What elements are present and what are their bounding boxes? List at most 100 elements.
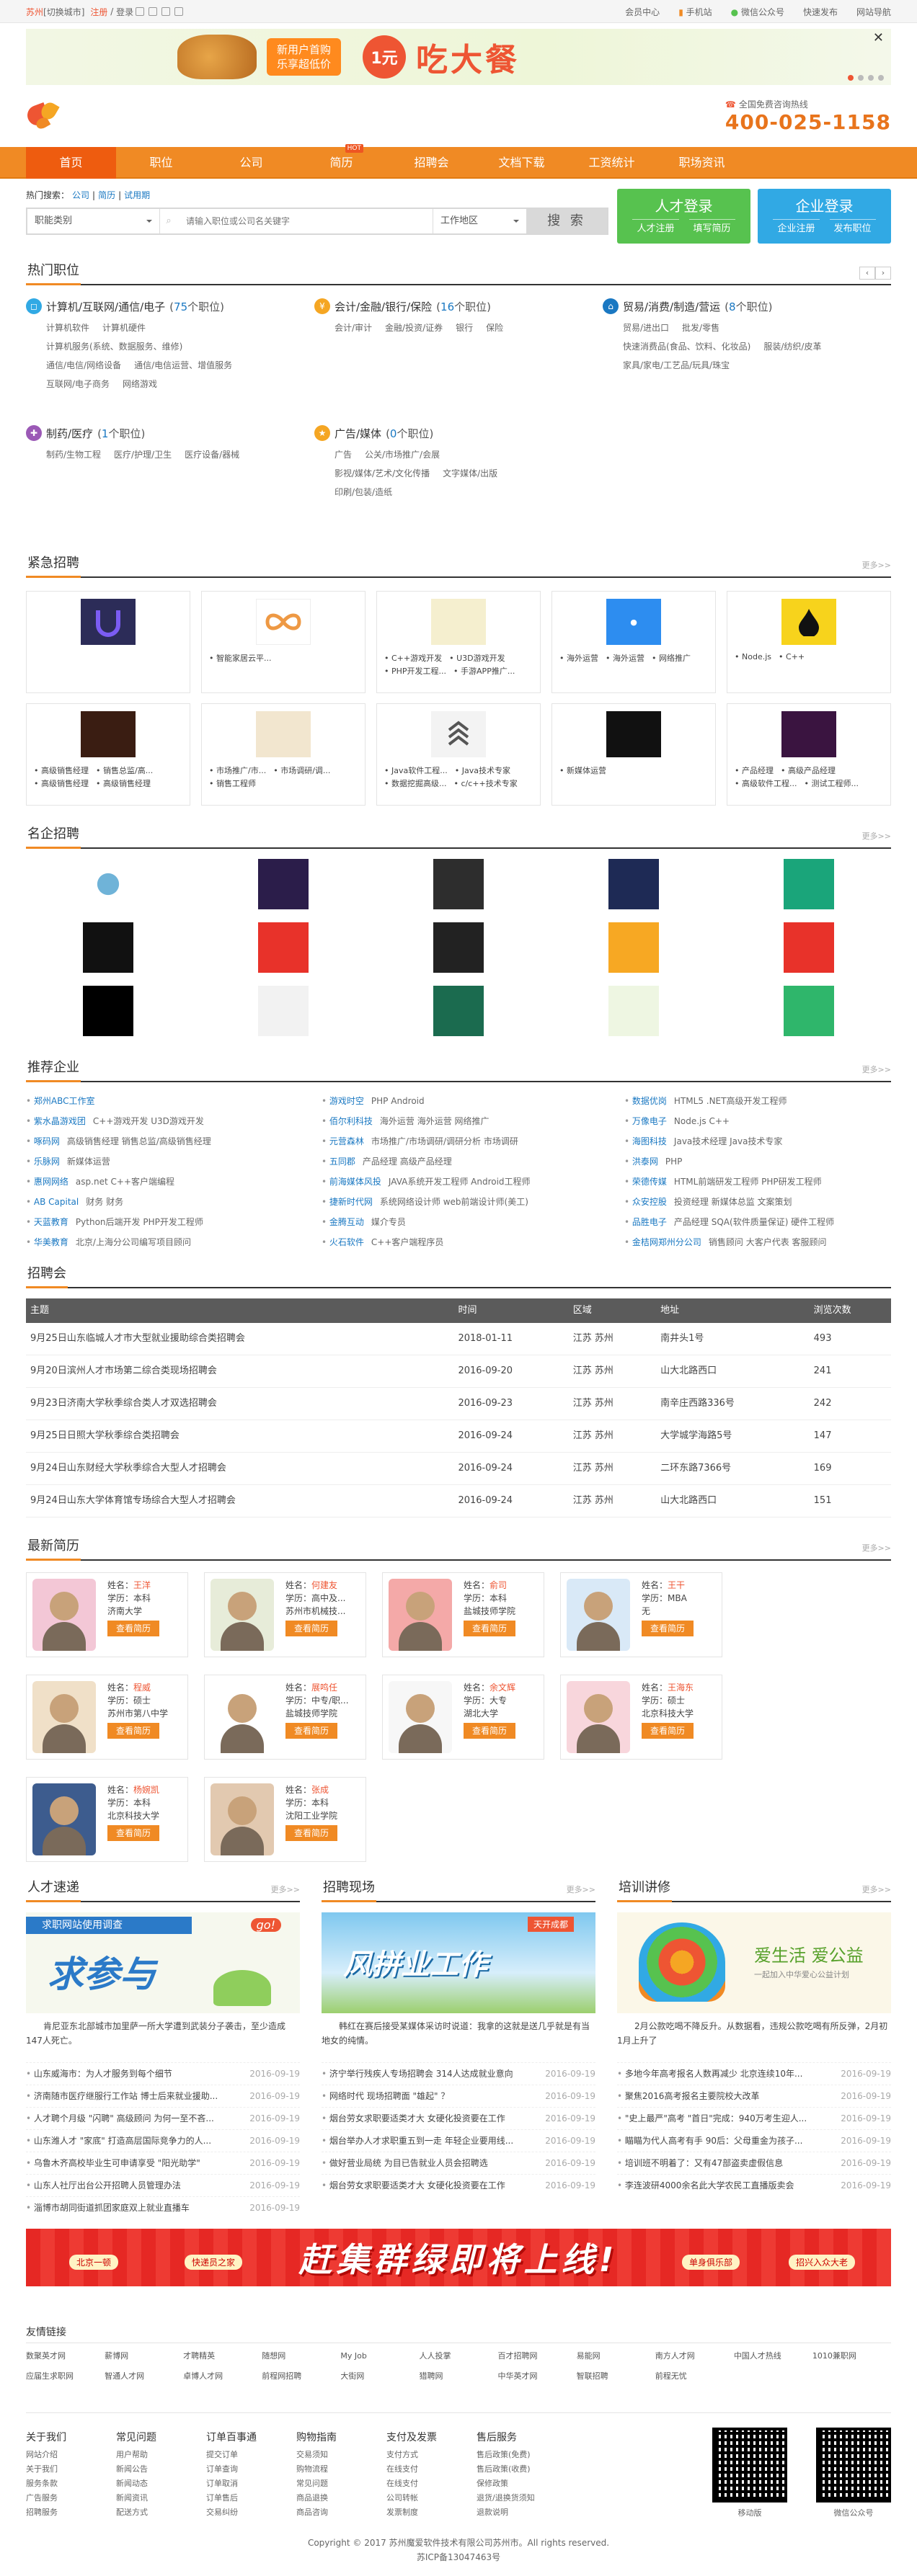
candidate-name[interactable]: 展鸣任	[311, 1683, 337, 1693]
footer-link[interactable]: 招聘服务	[26, 2505, 116, 2520]
avatar[interactable]	[32, 1783, 96, 1855]
job-links[interactable]: 系统网络设计师 web前端设计师(美工)	[380, 1197, 528, 1207]
job-links[interactable]: Python后端开发 PHP开发工程师	[76, 1217, 203, 1227]
job-links[interactable]: 产品经理 SQA(软件质量保证) 硬件工程师	[674, 1217, 834, 1227]
job-link[interactable]: 智能家居云平...	[209, 652, 272, 664]
avatar[interactable]	[32, 1579, 96, 1651]
footer-link[interactable]: 商品退换	[296, 2491, 386, 2505]
company-link[interactable]: 品胜电子	[624, 1217, 667, 1227]
footer-link[interactable]: 在线支付	[386, 2477, 477, 2491]
view-resume-button[interactable]: 查看简历	[107, 1723, 160, 1739]
fair-title-link[interactable]: 9月23日济南大学秋季综合类人才双选招聘会	[26, 1387, 454, 1420]
friend-link[interactable]: 1010兼职网	[812, 2346, 891, 2366]
friend-link[interactable]: 前程网招聘	[262, 2366, 340, 2386]
chevron-right-icon[interactable]: ›	[875, 267, 891, 280]
job-links[interactable]: C++游戏开发 U3D游戏开发	[93, 1116, 204, 1126]
avatar[interactable]	[32, 1681, 96, 1753]
list-item[interactable]: "史上最严"高考 "首日"完成：940万考生迎人... 2016-09-19	[617, 2107, 891, 2129]
wechat-account-link[interactable]: ● 微信公众号	[731, 6, 784, 18]
famous-company-logo[interactable]	[551, 857, 716, 911]
company-link[interactable]: 惠网网络	[26, 1177, 68, 1187]
friend-link[interactable]: 中华英才网	[498, 2366, 577, 2386]
carousel-dot[interactable]	[868, 75, 874, 81]
avatar[interactable]	[211, 1579, 274, 1651]
nav-item[interactable]: 职场资讯	[657, 147, 747, 179]
company-link[interactable]: 佰尔利科技	[322, 1116, 373, 1126]
survey-image[interactable]: 求职网站使用调查 go! 求参与	[26, 1912, 300, 2013]
charity-image[interactable]: 爱生活 爱公益 一起加入中华爱心公益计划	[617, 1912, 891, 2013]
carousel-dot[interactable]	[858, 75, 864, 81]
quick-publish-link[interactable]: 快速发布	[803, 6, 838, 18]
qq-icon[interactable]	[136, 7, 145, 16]
job-link[interactable]: 手游APP推广...	[453, 665, 515, 677]
view-resume-button[interactable]: 查看简历	[107, 1621, 160, 1636]
company-logo[interactable]	[81, 711, 136, 757]
candidate-name[interactable]: 程威	[133, 1683, 151, 1693]
friend-link[interactable]: 大街网	[340, 2366, 419, 2386]
list-item[interactable]: 烟台劳女求职要适类才大 女硬化投资要在工作 2016-09-19	[322, 2174, 595, 2196]
job-link[interactable]: 新媒体运营	[559, 765, 606, 776]
company-logo[interactable]	[431, 599, 486, 645]
company-link[interactable]: 众安控股	[624, 1197, 667, 1207]
urgent-job-card[interactable]: C++游戏开发 U3D游戏开发PHP开发工程... 手游APP推广...	[376, 591, 541, 693]
friend-link[interactable]: 应届生求职网	[26, 2366, 105, 2386]
footer-link[interactable]: 新闻公告	[116, 2462, 206, 2477]
footer-link[interactable]: 用户帮助	[116, 2448, 206, 2462]
company-logo[interactable]	[606, 711, 661, 757]
list-item[interactable]: 培训班不明着了：又有47部盗卖虚假信息 2016-09-19	[617, 2152, 891, 2174]
urgent-job-card[interactable]: 市场推广/市... 市场调研/调... 销售工程师	[201, 703, 366, 806]
subcategory-link[interactable]: 计算机软件	[46, 323, 89, 333]
company-link[interactable]: 金桔网郑州分公司	[624, 1237, 701, 1247]
friend-link[interactable]: 人人投掌	[419, 2346, 497, 2366]
job-link[interactable]: 销售总监/高...	[96, 765, 153, 776]
company-login-button[interactable]: 企业登录	[758, 193, 891, 219]
friend-link[interactable]: 随想网	[262, 2346, 340, 2366]
job-links[interactable]: 高级销售经理 销售总监/高级销售经理	[67, 1136, 211, 1146]
job-links[interactable]: 销售顾问 大客户代表 客服顾问	[709, 1237, 827, 1247]
news-title[interactable]: 培训班不明着了：又有47部盗卖虚假信息	[617, 2152, 835, 2174]
company-link[interactable]: 荣德传媒	[624, 1177, 667, 1187]
job-links[interactable]: PHP	[665, 1156, 683, 1167]
company-link[interactable]: AB Capital	[26, 1197, 79, 1207]
company-logo[interactable]	[781, 599, 836, 645]
footer-link[interactable]: 发票制度	[386, 2505, 477, 2520]
fair-title-link[interactable]: 9月25日日照大学秋季综合类招聘会	[26, 1420, 454, 1453]
job-link[interactable]: 高级产品经理	[781, 765, 836, 776]
candidate-name[interactable]: 杨婉凯	[133, 1785, 159, 1795]
news-title[interactable]: 李连波研4000余名此大学农民工直播版卖会	[617, 2175, 835, 2196]
avatar[interactable]	[567, 1579, 630, 1651]
footer-link[interactable]: 新闻动态	[116, 2477, 206, 2491]
view-resume-button[interactable]: 查看简历	[464, 1621, 516, 1636]
company-link[interactable]: 万像电子	[624, 1116, 667, 1126]
job-link[interactable]: 测试工程师...	[805, 777, 859, 789]
job-link[interactable]: 市场推广/市...	[209, 765, 266, 776]
urgent-job-card[interactable]: 新媒体运营	[551, 703, 716, 806]
job-links[interactable]: Java技术经理 Java技术专家	[674, 1136, 783, 1146]
subcategory-link[interactable]: 文字媒体/出版	[443, 468, 497, 478]
view-resume-button[interactable]: 查看简历	[285, 1723, 338, 1739]
site-nav-link[interactable]: 网站导航	[856, 6, 891, 18]
search-input[interactable]	[177, 209, 433, 233]
job-links[interactable]: 新媒体运营	[67, 1156, 110, 1167]
avatar[interactable]	[389, 1681, 452, 1753]
friend-link[interactable]: 中国人才热线	[734, 2346, 812, 2366]
avatar[interactable]	[389, 1579, 452, 1651]
footer-link[interactable]: 关于我们	[26, 2462, 116, 2477]
list-item[interactable]: 山东威海市：为人才服务到每个细节 2016-09-19	[26, 2062, 300, 2085]
friend-link[interactable]: 数聚英才网	[26, 2346, 105, 2366]
company-logo[interactable]	[431, 711, 486, 757]
subcategory-link[interactable]: 广告	[335, 450, 352, 460]
footer-link[interactable]: 保修政策	[477, 2477, 567, 2491]
table-row[interactable]: 9月23日济南大学秋季综合类人才双选招聘会 2016-09-23 江苏 苏州 南辛庄西…	[26, 1387, 891, 1420]
list-item[interactable]: 人才聘个月级 "闪聘" 高级顾问 为何一至不吝... 2016-09-19	[26, 2107, 300, 2129]
list-item[interactable]: 乌鲁木齐高校毕业生可申请享受 "阳光助学" 2016-09-19	[26, 2152, 300, 2174]
subcategory-link[interactable]: 计算机硬件	[102, 323, 146, 333]
company-link[interactable]: 海图科技	[624, 1136, 667, 1146]
nav-item[interactable]: 文档下载	[477, 147, 567, 179]
footer-link[interactable]: 订单取消	[206, 2477, 296, 2491]
urgent-job-card[interactable]: ●海外运营海外运营网络推广	[551, 591, 716, 693]
hot-search-link[interactable]: 简历	[98, 190, 115, 200]
job-link[interactable]: Node.js	[735, 652, 771, 661]
bottom-ad-banner[interactable]: 北京一顿 快递员之家 赶集群绿即将上线! 单身俱乐部 招兴入众大老	[26, 2229, 891, 2286]
company-link[interactable]: 乐脉网	[26, 1156, 60, 1167]
